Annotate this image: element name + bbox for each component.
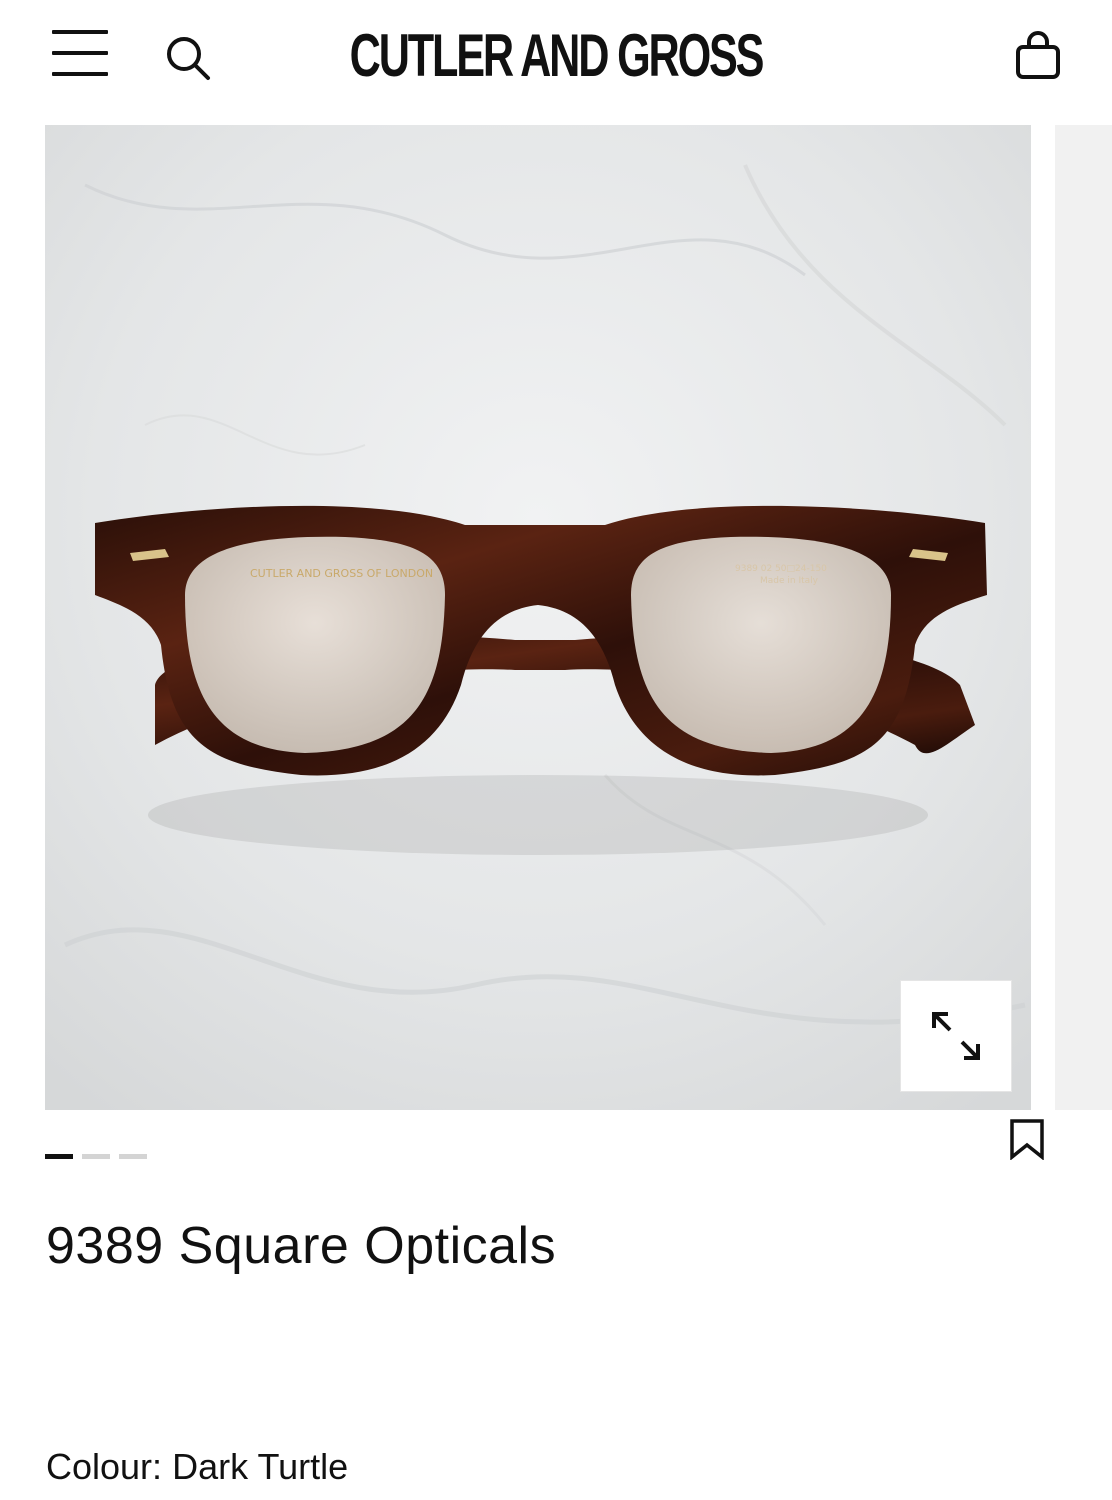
gallery-pagination bbox=[45, 1154, 147, 1160]
next-image-preview[interactable] bbox=[1055, 125, 1112, 1110]
expand-arrows-icon bbox=[932, 1012, 980, 1060]
product-gallery[interactable]: CUTLER AND GROSS OF LONDON 9389 02 50□24… bbox=[0, 125, 1112, 1110]
temple-print-left: CUTLER AND GROSS OF LONDON bbox=[250, 567, 433, 580]
colour-label: Colour: bbox=[46, 1446, 163, 1487]
pagination-dot-3[interactable] bbox=[119, 1154, 147, 1159]
brand-logo[interactable]: CUTLER AND GROSS bbox=[350, 18, 765, 94]
pagination-dot-1[interactable] bbox=[45, 1154, 73, 1159]
pagination-dot-2[interactable] bbox=[82, 1154, 110, 1159]
product-title: 9389 Square Opticals bbox=[46, 1217, 557, 1275]
site-header: CUTLER AND GROSS bbox=[0, 0, 1112, 110]
temple-print-right: 9389 02 50□24-150 bbox=[735, 564, 827, 574]
temple-print-right-2: Made in Italy bbox=[760, 576, 819, 586]
zoom-button[interactable] bbox=[900, 980, 1012, 1092]
colour-value: Dark Turtle bbox=[172, 1446, 349, 1487]
bookmark-icon[interactable] bbox=[1008, 1118, 1046, 1160]
colour-info: Colour: Dark Turtle bbox=[46, 1446, 348, 1488]
hamburger-menu-icon[interactable] bbox=[52, 28, 108, 80]
search-icon[interactable] bbox=[164, 34, 212, 82]
product-image[interactable]: CUTLER AND GROSS OF LONDON 9389 02 50□24… bbox=[45, 125, 1031, 1110]
product-page: CUTLER AND GROSS CUTLER AND GROSS OF LON… bbox=[0, 0, 1112, 1500]
shopping-bag-icon[interactable] bbox=[1012, 30, 1064, 82]
